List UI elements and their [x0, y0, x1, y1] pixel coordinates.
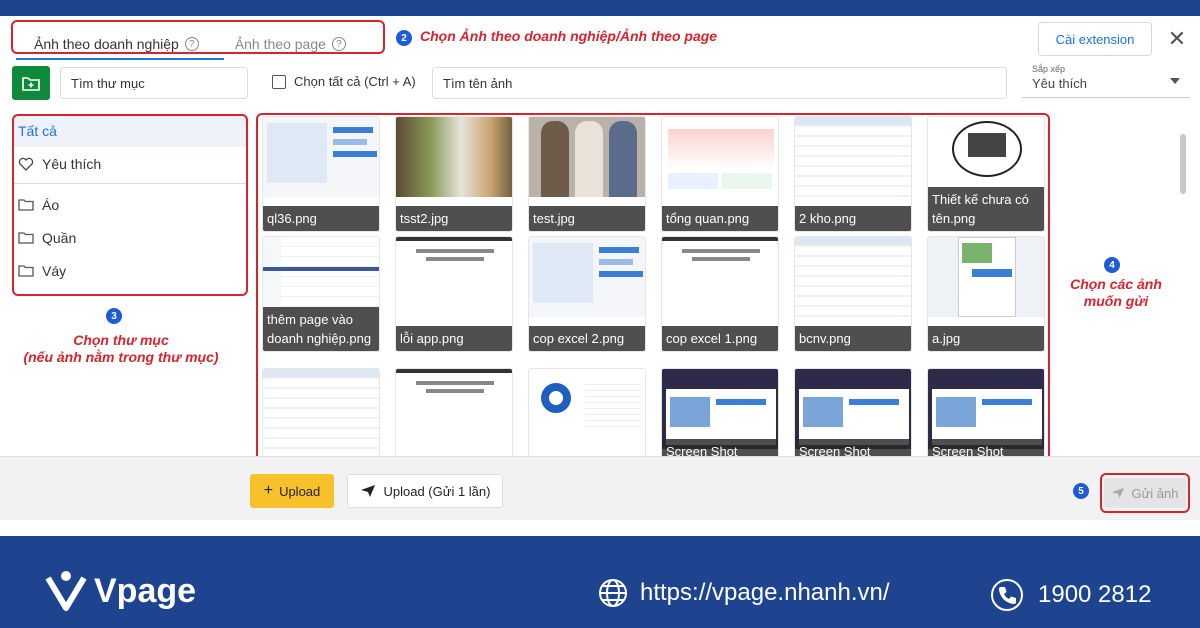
annotation-text-2: Chọn Ảnh theo doanh nghiệp/Ảnh theo page [420, 28, 718, 44]
folder-search-input[interactable]: Tìm thư mục [60, 67, 248, 99]
annotation-text-4: Chọn các ảnh muốn gửi [1058, 276, 1174, 310]
select-all-checkbox[interactable] [272, 74, 286, 89]
annotation-text-3-line1: Chọn thư mục [73, 332, 169, 348]
add-folder-button[interactable] [12, 66, 50, 100]
modal-footer [0, 456, 1200, 520]
upload-send-once-label: Upload (Gửi 1 lần) [383, 483, 491, 499]
select-all[interactable]: Chọn tất cả (Ctrl + A) [272, 74, 416, 89]
brand-logo: Vpage [44, 568, 196, 614]
upload-send-once-button[interactable]: Upload (Gửi 1 lần) [347, 474, 503, 508]
sort-label: Sắp xếp [1032, 64, 1066, 74]
sort-select[interactable]: Sắp xếp Yêu thích [1022, 64, 1190, 98]
annotation-badge-3: 3 [106, 308, 122, 324]
annotation-highlight-folders [12, 114, 248, 296]
upload-button[interactable]: + Upload [250, 474, 334, 508]
image-search-input[interactable]: Tìm tên ảnh [432, 67, 1007, 99]
top-strip [0, 0, 1200, 16]
brand-name: Vpage [94, 571, 197, 610]
annotation-badge-2: 2 [396, 30, 412, 46]
annotation-text-4-line1: Chọn các ảnh [1070, 276, 1162, 292]
upload-label: Upload [279, 483, 321, 499]
hotline[interactable]: 1900 2812 [990, 578, 1151, 612]
scrollbar-thumb[interactable] [1180, 134, 1186, 194]
hotline-number: 1900 2812 [1038, 581, 1152, 608]
folder-plus-icon [22, 77, 40, 91]
select-all-label: Chọn tất cả (Ctrl + A) [294, 74, 416, 89]
annotation-highlight-send [1100, 473, 1190, 513]
globe-icon [599, 579, 627, 607]
install-extension-button[interactable]: Cài extension [1038, 22, 1152, 56]
sort-value: Yêu thích [1032, 76, 1087, 91]
annotation-highlight-tabs [11, 20, 385, 54]
website-link[interactable]: https://vpage.nhanh.vn/ [598, 578, 890, 608]
website-url: https://vpage.nhanh.vn/ [640, 579, 890, 606]
plus-icon: + [263, 482, 274, 499]
annotation-highlight-images [256, 113, 1050, 471]
chevron-down-icon [1170, 78, 1180, 84]
send-icon [360, 485, 375, 497]
phone-icon [991, 579, 1023, 611]
annotation-text-3: Chọn thư mục (nếu ảnh nằm trong thư mục) [10, 332, 232, 366]
annotation-text-4-line2: muốn gửi [1083, 293, 1149, 309]
grid-scrollbar[interactable] [1178, 126, 1188, 476]
vpage-logo-icon [45, 571, 87, 611]
annotation-badge-5: 5 [1073, 483, 1089, 499]
close-icon[interactable]: ✕ [1166, 28, 1188, 50]
active-tab-indicator [16, 58, 224, 60]
annotation-badge-4: 4 [1104, 257, 1120, 273]
annotation-text-3-line2: (nếu ảnh nằm trong thư mục) [23, 349, 219, 365]
